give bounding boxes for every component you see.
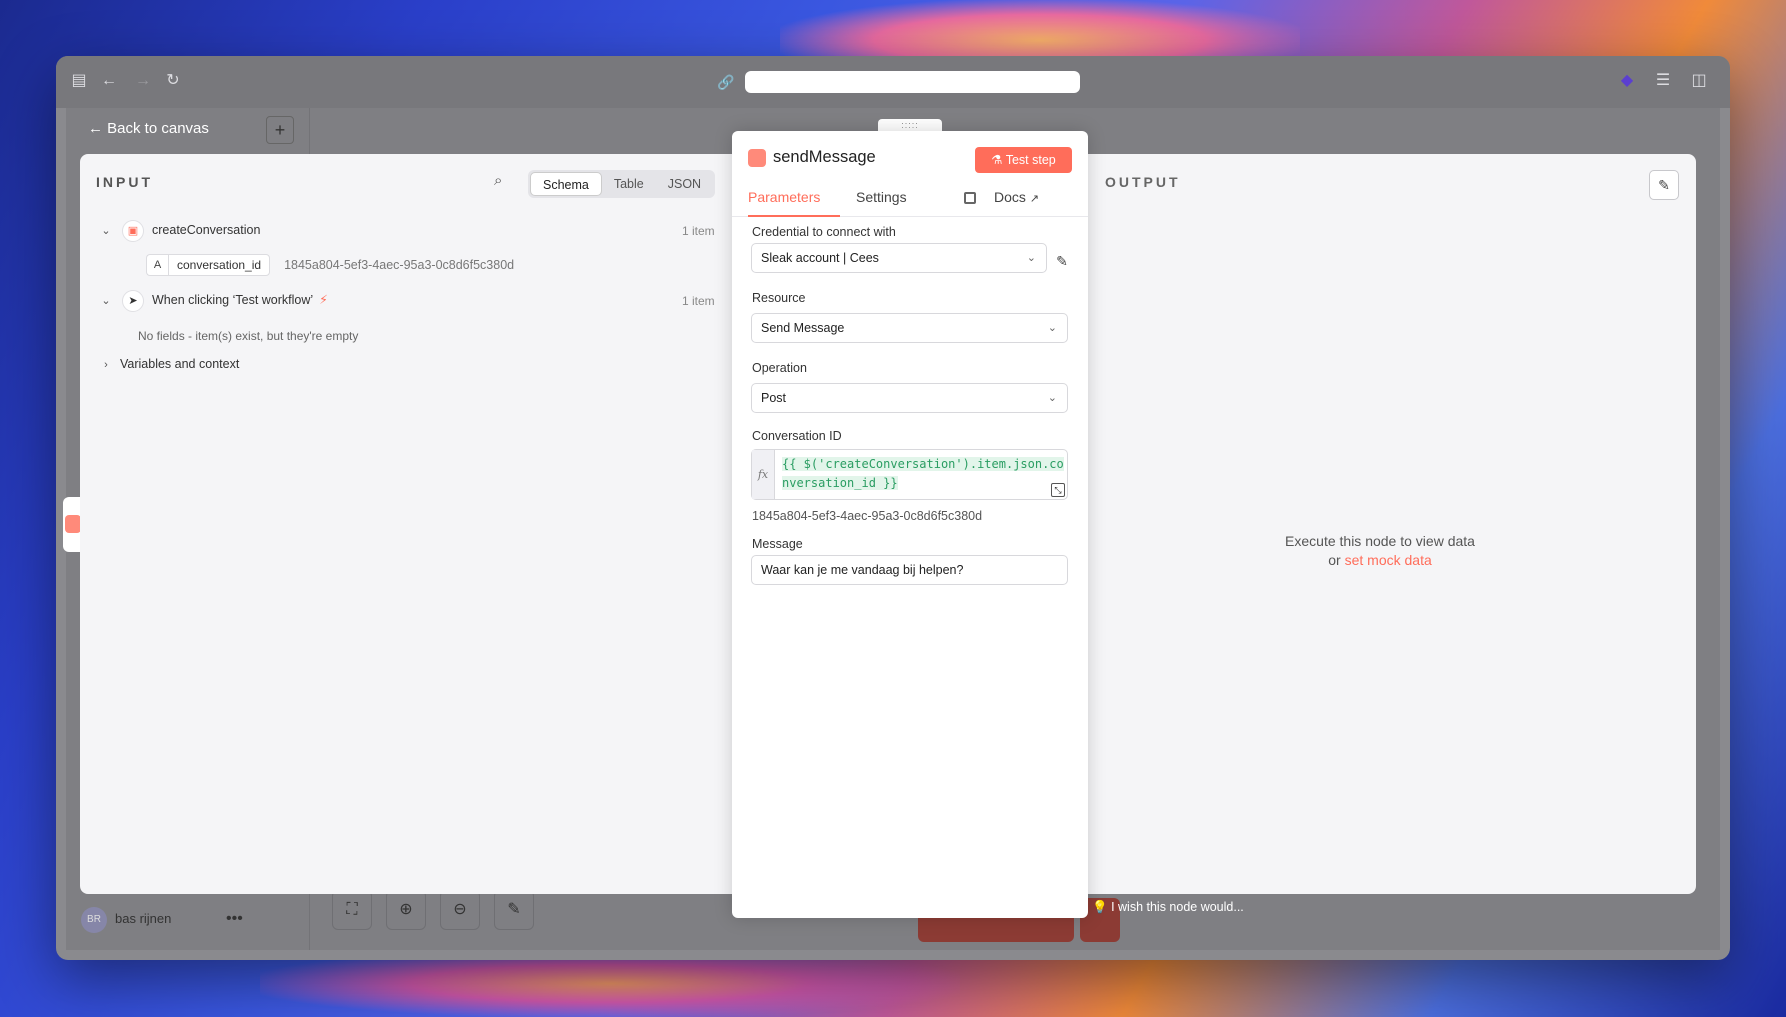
lightbulb-icon: 💡: [1092, 900, 1108, 914]
message-label: Message: [752, 537, 803, 551]
empty-fields-note: No fields - item(s) exist, but they're e…: [138, 329, 359, 343]
user-name: bas rijnen: [115, 911, 172, 926]
lightning-icon: ⚡: [319, 293, 328, 307]
package-icon: [964, 192, 976, 205]
resource-value: Send Message: [761, 321, 845, 335]
zoom-out-icon[interactable]: ⊖: [440, 890, 480, 930]
credential-label: Credential to connect with: [752, 225, 896, 239]
operation-select[interactable]: Post ⌄: [751, 383, 1068, 413]
address-bar[interactable]: [745, 71, 1080, 93]
search-icon[interactable]: ⌕: [494, 172, 514, 192]
tab-parameters[interactable]: Parameters: [748, 183, 840, 217]
conversation-id-expression[interactable]: fx {{ $('createConversation').item.json.…: [751, 449, 1068, 500]
credential-select[interactable]: Sleak account | Cees ⌄: [751, 243, 1047, 273]
wallpaper-glow: [260, 950, 960, 1017]
split-view-icon[interactable]: ◫: [1688, 70, 1710, 92]
docs-label: Docs: [994, 189, 1026, 205]
browser-toolbar: ▤ ← → ↻ 🔗 ◆ ☰ ◫: [56, 56, 1730, 108]
node-name: When clicking ‘Test workflow’: [152, 293, 314, 307]
item-count: 1 item: [682, 224, 715, 238]
reload-icon[interactable]: ↻: [162, 70, 184, 92]
message-input[interactable]: Waar kan je me vandaag bij helpen?: [751, 555, 1068, 585]
reader-icon[interactable]: ☰: [1652, 70, 1674, 92]
add-button[interactable]: +: [266, 116, 294, 144]
variables-and-context[interactable]: › Variables and context: [98, 350, 239, 378]
input-title: INPUT: [96, 174, 153, 190]
back-to-canvas-link[interactable]: ← Back to canvas: [88, 118, 209, 140]
more-icon[interactable]: •••: [226, 906, 243, 932]
external-link-icon: ↗: [1029, 193, 1040, 205]
string-type-icon: A: [146, 253, 168, 276]
docs-link[interactable]: Docs ↗: [964, 183, 1039, 217]
output-empty-state: Execute this node to view data or set mo…: [1252, 532, 1508, 570]
cursor-icon: ➤: [122, 289, 144, 312]
zoom-in-icon[interactable]: ⊕: [386, 890, 426, 930]
set-mock-data-link[interactable]: set mock data: [1345, 552, 1432, 568]
expression-text[interactable]: {{ $('createConversation').item.json.con…: [782, 455, 1066, 493]
arrow-left-icon[interactable]: ←: [98, 70, 120, 92]
panel-tabs: Parameters Settings Docs ↗: [732, 183, 1088, 217]
item-count: 1 item: [682, 294, 715, 308]
expression-value: {{ $('createConversation').item.json.con…: [782, 457, 1064, 490]
expand-icon[interactable]: ⤡: [1051, 483, 1065, 497]
credential-value: Sleak account | Cees: [761, 251, 879, 265]
chevron-right-icon[interactable]: ›: [98, 351, 114, 379]
test-step-button[interactable]: ⚗ Test step: [975, 147, 1072, 173]
node-icon: [65, 515, 81, 533]
tab-settings[interactable]: Settings: [856, 183, 907, 217]
output-title: OUTPUT: [1105, 174, 1181, 190]
test-step-label: Test step: [1005, 153, 1056, 167]
chevron-down-icon[interactable]: ⌄: [98, 287, 114, 315]
output-empty-text: Execute this node to view data: [1285, 533, 1475, 549]
operation-value: Post: [761, 391, 787, 405]
chevron-down-icon: ⌄: [1026, 252, 1036, 264]
conversation-id-label: Conversation ID: [752, 429, 842, 443]
output-or: or: [1328, 552, 1341, 568]
chevron-down-icon[interactable]: ⌄: [98, 217, 114, 245]
tree-node-createconversation[interactable]: ⌄ ▣ createConversation: [98, 216, 260, 244]
operation-label: Operation: [752, 361, 807, 375]
back-to-canvas-label: Back to canvas: [107, 120, 209, 137]
arrow-right-icon[interactable]: →: [132, 70, 154, 92]
variables-label: Variables and context: [120, 357, 240, 371]
view-schema[interactable]: Schema: [530, 172, 602, 196]
edit-credential-icon[interactable]: ✎: [1052, 251, 1072, 271]
resource-label: Resource: [752, 291, 806, 305]
node-title[interactable]: sendMessage: [773, 148, 876, 167]
feedback-prompt[interactable]: 💡 I wish this node would...: [1092, 900, 1244, 915]
parameters-panel: sendMessage ⚗ Test step Parameters Setti…: [732, 131, 1088, 918]
node-icon: ▣: [122, 219, 144, 242]
tidy-up-icon[interactable]: ✎: [494, 890, 534, 930]
view-table[interactable]: Table: [602, 172, 656, 196]
wish-text: I wish this node would...: [1111, 900, 1244, 914]
user-menu[interactable]: BR bas rijnen: [81, 906, 172, 933]
view-switcher: Schema Table JSON: [528, 170, 716, 198]
expression-result: 1845a804-5ef3-4aec-95a3-0c8d6f5c380d: [752, 509, 983, 523]
edit-output-button[interactable]: ✎: [1649, 170, 1679, 200]
chevron-down-icon: ⌄: [1047, 392, 1057, 404]
schema-field[interactable]: Aconversation_id 1845a804-5ef3-4aec-95a3-…: [146, 250, 514, 278]
extension-icon[interactable]: ◆: [1616, 70, 1638, 92]
view-json[interactable]: JSON: [656, 172, 713, 196]
field-name[interactable]: conversation_id: [168, 253, 271, 276]
link-icon: 🔗: [717, 74, 735, 90]
tree-node-trigger[interactable]: ⌄ ➤ When clicking ‘Test workflow’ ⚡: [98, 286, 328, 314]
fit-view-icon[interactable]: ⛶: [332, 890, 372, 930]
avatar: BR: [81, 906, 107, 933]
resource-select[interactable]: Send Message ⌄: [751, 313, 1068, 343]
field-value: 1845a804-5ef3-4aec-95a3-0c8d6f5c380d: [284, 257, 515, 272]
chevron-down-icon: ⌄: [1047, 322, 1057, 334]
node-name: createConversation: [152, 223, 261, 237]
fx-icon: fx: [752, 450, 775, 499]
node-icon: [748, 149, 766, 167]
sidebar-toggle-icon[interactable]: ▤: [68, 70, 90, 92]
